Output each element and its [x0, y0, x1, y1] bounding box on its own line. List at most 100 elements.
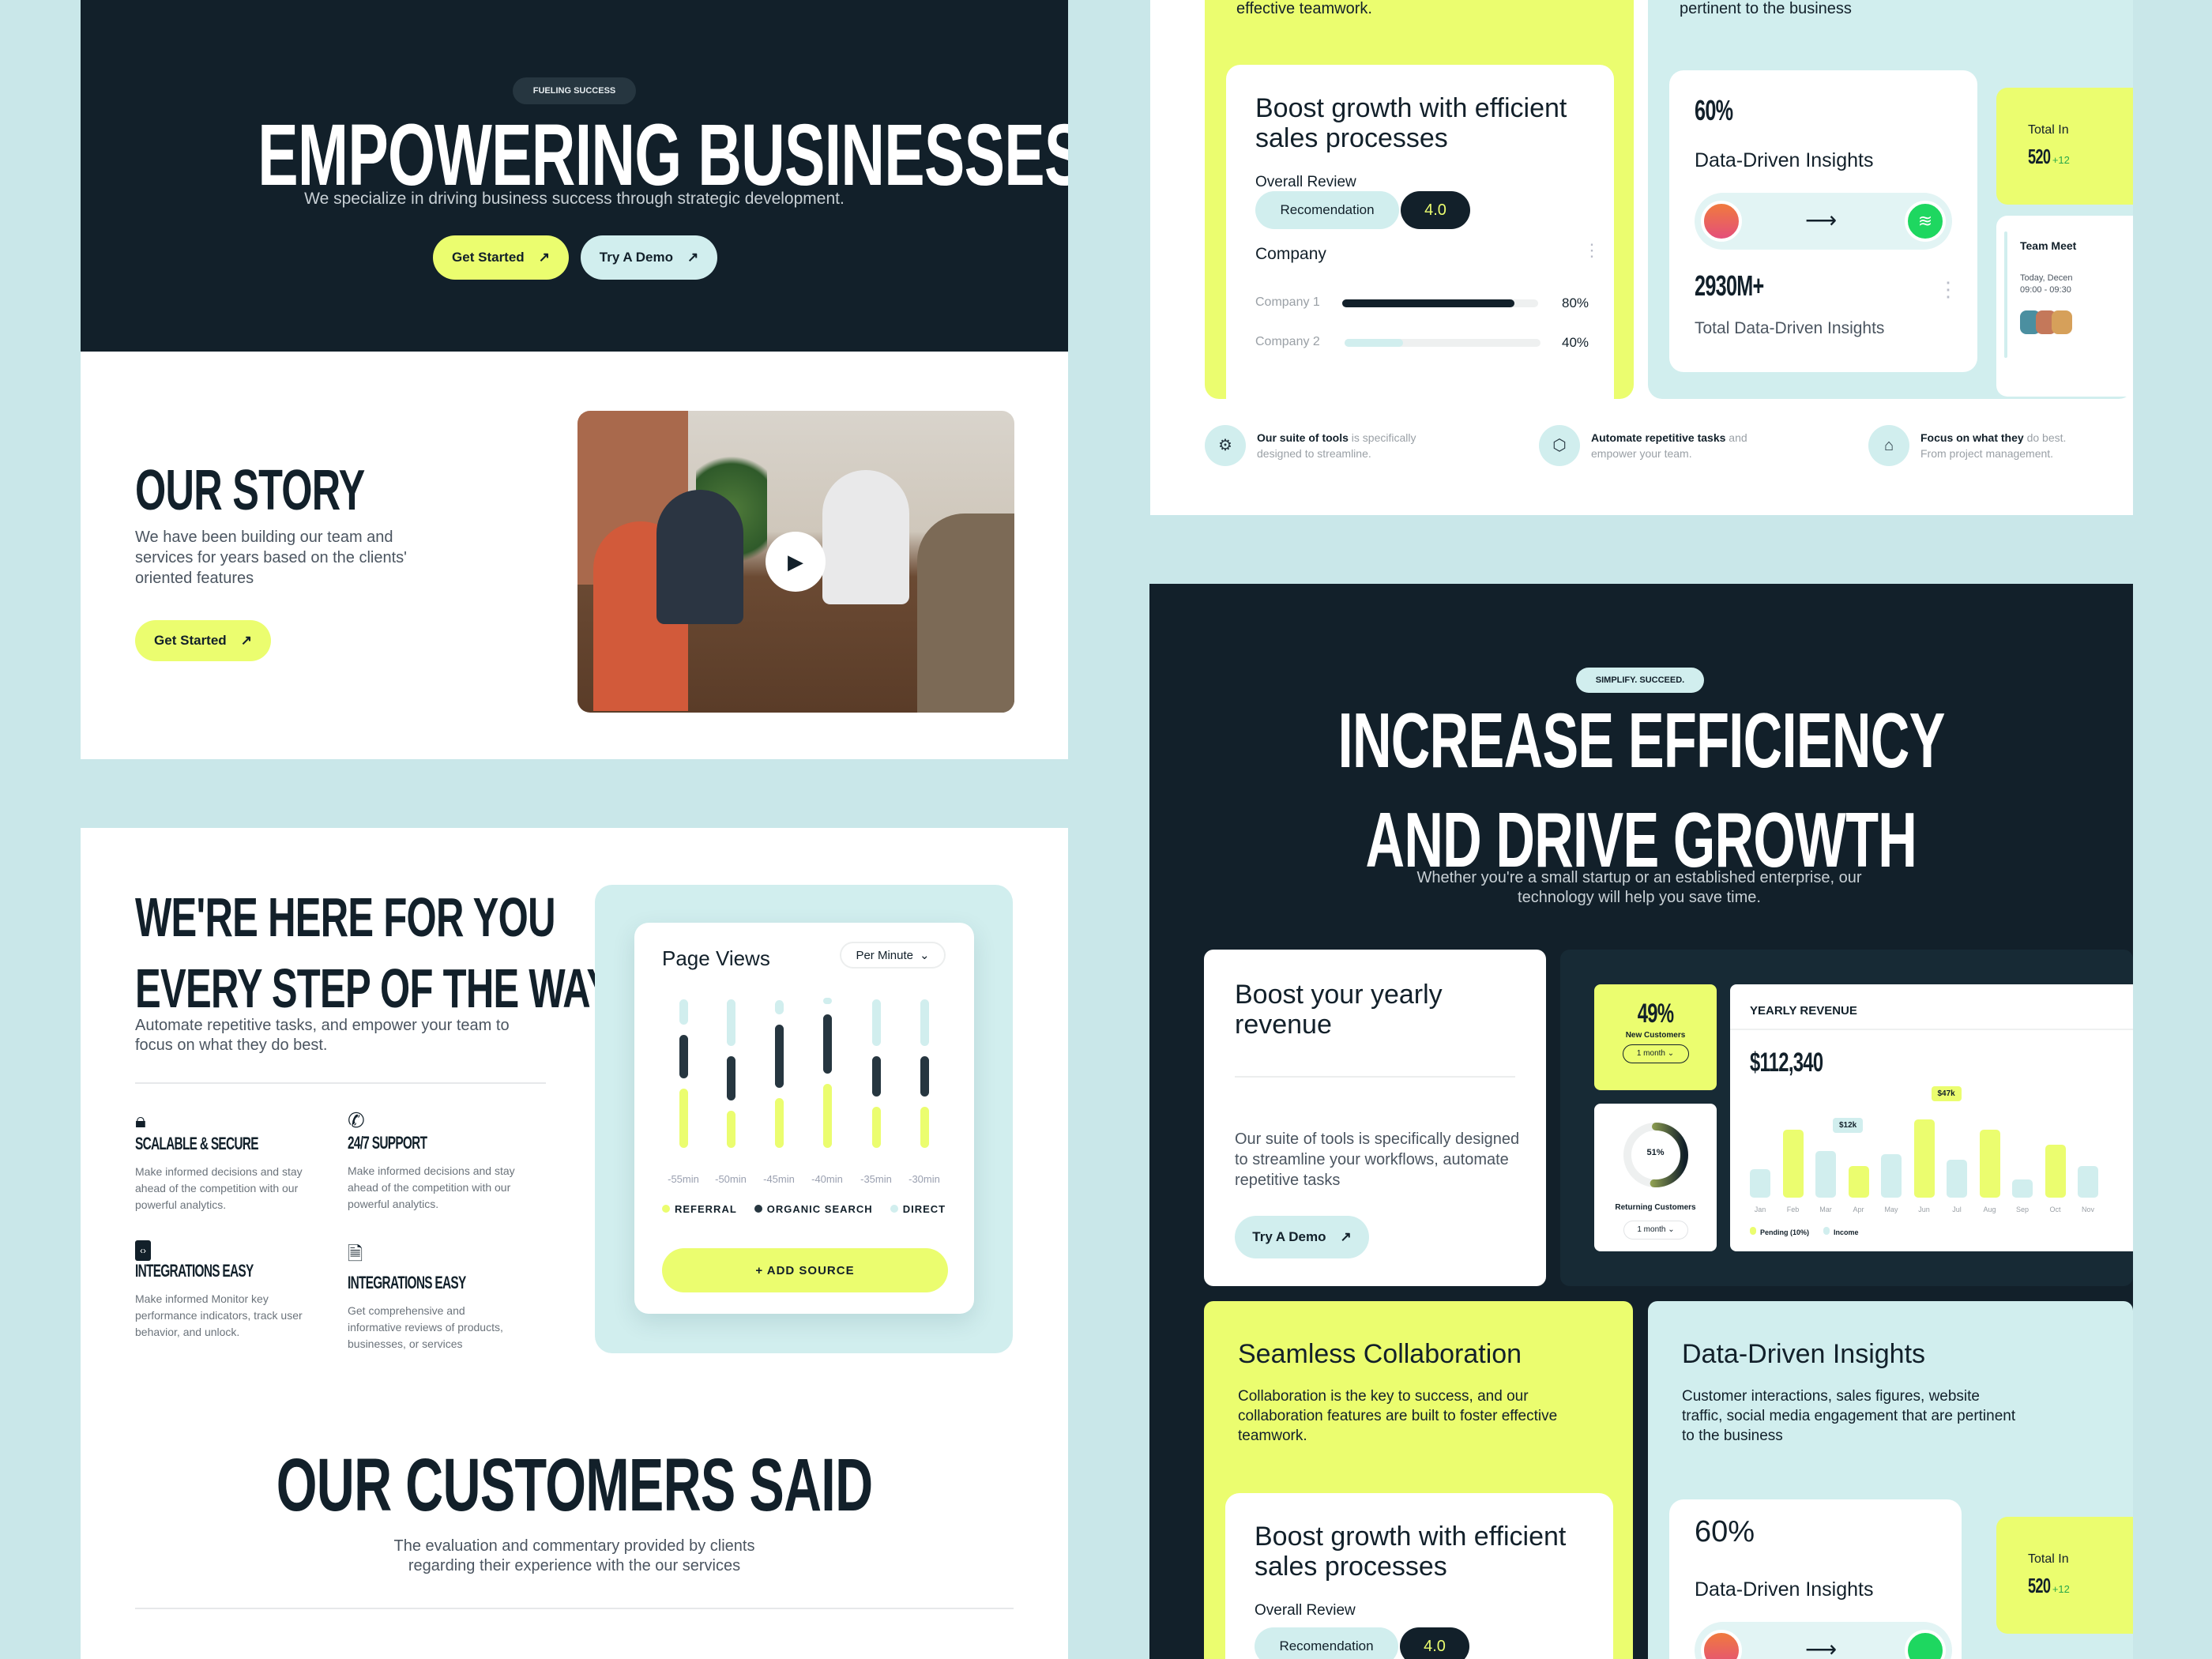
sales-card: Boost growth with efficient sales proces… [1225, 1493, 1613, 1659]
feature-support: ✆ 24/7 SUPPORT Make informed decisions a… [348, 1108, 517, 1213]
efficiency-section: SIMPLIFY. SUCCEED. INCREASE EFFICIENCY A… [1149, 584, 2133, 1659]
new-customers-label: New Customers [1625, 1031, 1686, 1040]
legend-label: ORGANIC SEARCH [766, 1203, 873, 1215]
returning-value: 51% [1646, 1148, 1665, 1157]
legend-label: Pending (10%) [1760, 1228, 1810, 1236]
bar-direct [823, 998, 832, 1005]
legend-organic: ORGANIC SEARCH [754, 1203, 873, 1215]
revenue-annotation: $12k [1833, 1118, 1864, 1134]
efficiency-title-line2: AND DRIVE GROWTH [1365, 796, 1917, 883]
get-started-button[interactable]: Get Started ↗ [433, 235, 569, 280]
bar-organic-search [727, 1055, 735, 1100]
bar-referral [679, 1089, 688, 1148]
sales-card-title: Boost growth with efficient sales proces… [1255, 1522, 1567, 1582]
insights-percent: 60% [1695, 1515, 1755, 1548]
bar-referral [872, 1107, 881, 1148]
company-percent: 40% [1562, 335, 1589, 350]
yearly-revenue-title: YEARLY REVENUE [1750, 1004, 1857, 1018]
revenue-annotation: $47k [1931, 1086, 1962, 1102]
promo-try-demo-button[interactable]: Try A Demo ↗ [1235, 1216, 1369, 1258]
bar-organic-search [775, 1025, 784, 1089]
page-views-title: Page Views [662, 946, 770, 970]
review-label: Overall Review [1255, 174, 1356, 190]
company-row: Company 2 40% [1255, 333, 1595, 352]
revenue-bar [1782, 1129, 1804, 1198]
company-name: Company 2 [1255, 335, 1320, 348]
customers-title: OUR CUSTOMERS SAID [276, 1443, 873, 1527]
efficiency-subtitle: Whether you're a small startup or an est… [1416, 869, 1862, 906]
attendee-avatars [2020, 310, 2072, 334]
insights-percent: 60% [1695, 94, 1733, 126]
legend-direct: DIRECT [890, 1203, 946, 1215]
bar-organic-search [920, 1055, 929, 1097]
more-options-icon[interactable]: ⋮ [1583, 240, 1601, 261]
insights-text-tail: pertinent to the business [1680, 0, 1852, 17]
spotify-icon: ≋ [1905, 201, 1946, 242]
our-story-section: OUR STORY We have been building our team… [81, 352, 1068, 759]
customers-text: The evaluation and commentary provided b… [393, 1537, 755, 1574]
feature-item: ⚙ Our suite of tools is specifically des… [1205, 425, 1521, 472]
feature-item: ⬡ Automate repetitive tasks and empower … [1539, 425, 1855, 472]
feature-integrations-2: 🗎︎ INTEGRATIONS EASY Get comprehensive a… [348, 1240, 517, 1352]
support-text: Automate repetitive tasks, and empower y… [135, 1017, 510, 1054]
story-title: OUR STORY [135, 459, 365, 522]
terminal-hexagon-icon: ⬡ [1539, 425, 1580, 466]
arrow-up-right-icon: ↗ [1340, 1229, 1352, 1244]
period-dropdown[interactable]: 1 month ⌄ [1622, 1044, 1689, 1063]
stats-dashboard: 49% New Customers 1 month ⌄ 51% Returnin… [1560, 950, 2133, 1286]
story-get-started-button[interactable]: Get Started ↗ [135, 620, 271, 661]
legend-label: REFERRAL [675, 1203, 737, 1215]
legend-label: DIRECT [902, 1203, 946, 1215]
more-options-icon[interactable]: ⋮ [1938, 277, 1958, 302]
insights-card-partial: pertinent to the business 60% Data-Drive… [1648, 0, 2133, 399]
feature-title: INTEGRATIONS EASY [135, 1261, 254, 1281]
collab-text-tail: effective teamwork. [1236, 0, 1372, 17]
arrow-right-icon: ⟶ [1805, 208, 1838, 232]
insights-total: 2930M+ [1695, 269, 1764, 302]
score-pill: 4.0 [1401, 191, 1470, 229]
add-source-button[interactable]: + ADD SOURCE [662, 1248, 948, 1292]
feature-title: INTEGRATIONS EASY [348, 1273, 466, 1292]
yearly-revenue-chart: Jan Feb Mar Apr May Jun Jul Aug Sep Oct Nov $12k $47… [1730, 1079, 2133, 1221]
play-button[interactable]: ▶ [766, 532, 826, 592]
bar-referral [727, 1110, 735, 1148]
efficiency-title-line1: INCREASE EFFICIENCY [1337, 697, 1945, 784]
try-demo-button[interactable]: Try A Demo ↗ [581, 235, 717, 280]
divider [135, 1082, 546, 1084]
collab-title: Seamless Collaboration [1238, 1339, 1522, 1369]
total-delta: +12 [2052, 154, 2070, 166]
button-label: Get Started [154, 633, 227, 648]
page-views-card: Page Views Per Minute ⌄ -55min -50min -45mi… [634, 923, 974, 1314]
legend-referral: REFERRAL [662, 1203, 737, 1215]
month-label: Jan [1754, 1206, 1766, 1213]
month-label: Jun [1918, 1206, 1930, 1213]
revenue-bar [2045, 1144, 2066, 1198]
x-tick-label: -55min [668, 1173, 699, 1185]
insights-label: Data-Driven Insights [1695, 149, 1874, 171]
chart-legend: REFERRAL ORGANIC SEARCH DIRECT [662, 1203, 946, 1215]
bar-organic-search [872, 1055, 881, 1097]
month-label: Oct [2049, 1206, 2061, 1213]
total-delta: +12 [2052, 1583, 2070, 1595]
period-dropdown[interactable]: 1 month ⌄ [1623, 1221, 1688, 1240]
lock-icon: 🔒︎ [135, 1108, 146, 1132]
collab-card-partial: effective teamwork. Boost growth with ef… [1205, 0, 1634, 412]
legend-income: Income [1823, 1227, 1859, 1236]
dropdown-value: Per Minute [856, 948, 913, 962]
returning-customers-card: 51% Returning Customers 1 month ⌄ [1594, 1104, 1717, 1251]
recommendation-pill: Recomendation [1255, 191, 1399, 229]
company-progress-track [1342, 299, 1538, 307]
button-label: Get Started [452, 250, 525, 265]
company-progress-fill [1345, 339, 1404, 347]
bar-referral [775, 1098, 784, 1148]
legend-label: Income [1834, 1228, 1859, 1236]
app-logo-icon [1701, 1630, 1742, 1659]
button-label: Try A Demo [1252, 1229, 1326, 1244]
insights-title: Data-Driven Insights [1682, 1339, 1926, 1369]
review-label: Overall Review [1255, 1602, 1356, 1619]
promo-title: Boost your yearly revenue [1235, 980, 1443, 1040]
per-minute-dropdown[interactable]: Per Minute ⌄ [840, 942, 946, 969]
new-customers-card: 49% New Customers 1 month ⌄ [1594, 984, 1717, 1090]
feature-line2: designed to streamline. [1257, 447, 1371, 460]
bar-direct [920, 999, 929, 1046]
